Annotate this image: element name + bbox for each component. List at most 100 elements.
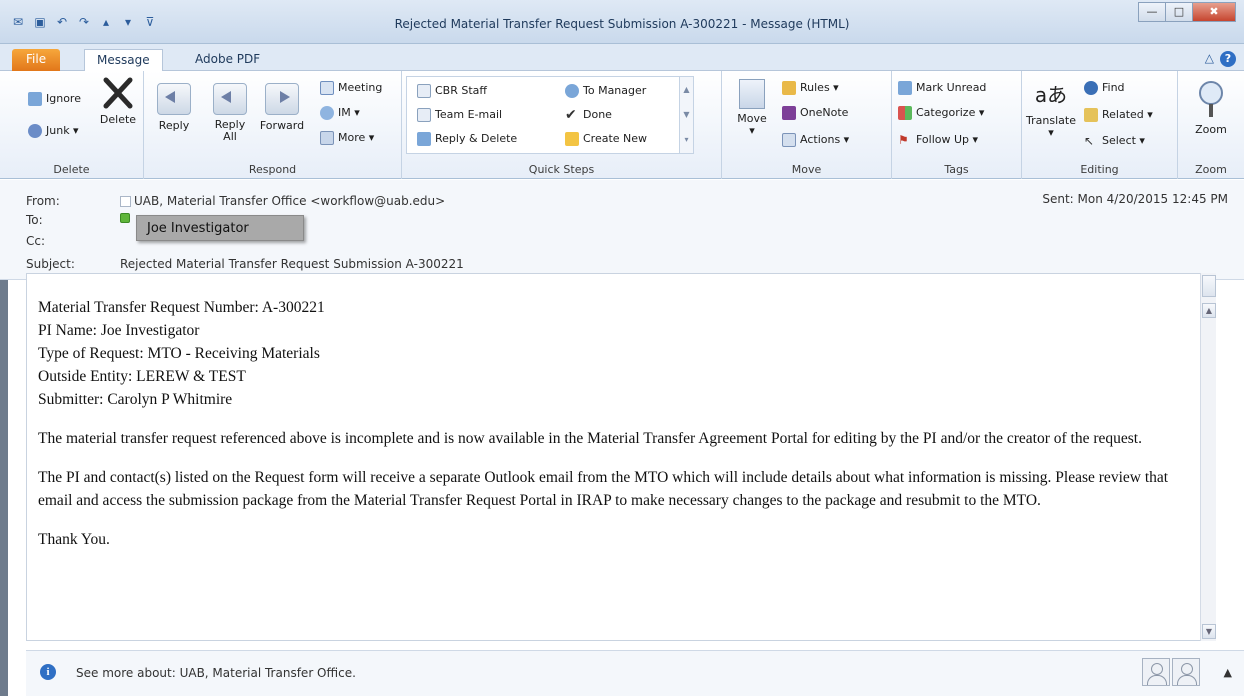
qs-more-icon[interactable]: ▾ — [680, 127, 693, 152]
actions-label: Actions ▾ — [800, 133, 850, 146]
reply-label: Reply — [158, 119, 190, 132]
help-icon[interactable]: ? — [1220, 51, 1236, 67]
junk-button[interactable]: Junk ▾ — [28, 124, 79, 138]
delete-button[interactable]: Delete — [98, 77, 138, 126]
junk-icon — [28, 124, 42, 138]
qs-reply-delete[interactable]: Reply & Delete — [417, 132, 517, 146]
scroll-up-button[interactable]: ▲ — [1202, 303, 1216, 318]
related-button[interactable]: Related ▾ — [1084, 108, 1153, 122]
presence-icon — [120, 213, 130, 223]
quick-steps-scrollbar[interactable]: ▲ ▼ ▾ — [679, 77, 693, 153]
reply-all-label-line2: All — [223, 130, 237, 143]
group-label-editing: Editing — [1080, 163, 1119, 176]
team-email-label: Team E-mail — [435, 108, 503, 121]
reply-all-button[interactable]: Reply All — [208, 83, 252, 143]
ignore-button[interactable]: Ignore — [28, 92, 81, 106]
mark-unread-button[interactable]: Mark Unread — [898, 81, 986, 95]
group-label-zoom: Zoom — [1195, 163, 1227, 176]
recipient-tooltip: Joe Investigator — [136, 215, 304, 241]
ribbon-tabs: File Message Adobe PDF △ ? — [0, 44, 1244, 71]
ignore-label: Ignore — [46, 92, 81, 105]
tab-message[interactable]: Message — [84, 49, 163, 71]
group-delete: Ignore Junk ▾ Delete Delete — [0, 71, 144, 179]
info-icon: i — [40, 664, 56, 680]
mark-unread-icon — [898, 81, 912, 95]
onenote-icon — [782, 106, 796, 120]
forward-button[interactable]: Forward — [258, 83, 306, 132]
delete-x-icon — [103, 77, 133, 109]
subject-value: Rejected Material Transfer Request Submi… — [120, 257, 464, 271]
tab-file[interactable]: File — [12, 49, 61, 71]
follow-up-label: Follow Up ▾ — [916, 133, 979, 146]
follow-up-button[interactable]: ⚑ Follow Up ▾ — [898, 133, 978, 147]
cbr-staff-label: CBR Staff — [435, 84, 487, 97]
reply-button[interactable]: Reply — [154, 83, 194, 132]
scrollbar-thumb[interactable] — [1202, 275, 1216, 297]
qs-scroll-up-icon[interactable]: ▲ — [680, 77, 693, 102]
expand-people-pane-icon[interactable]: ▲ — [1224, 666, 1232, 679]
im-button[interactable]: IM ▾ — [320, 106, 360, 120]
avatar[interactable] — [1142, 658, 1170, 686]
minimize-button[interactable]: — — [1138, 2, 1166, 22]
qs-to-manager[interactable]: To Manager — [565, 84, 646, 98]
move-icon — [739, 79, 765, 109]
meeting-button[interactable]: Meeting — [320, 81, 382, 95]
from-value[interactable]: UAB, Material Transfer Office <workflow@… — [120, 194, 445, 208]
magnifier-icon — [1199, 81, 1223, 117]
forward-icon — [265, 83, 299, 115]
move-button[interactable]: Move ▾ — [732, 79, 772, 137]
im-label: IM ▾ — [338, 106, 360, 119]
scroll-down-button[interactable]: ▼ — [1202, 624, 1216, 639]
find-button[interactable]: Find — [1084, 81, 1125, 95]
from-address: UAB, Material Transfer Office <workflow@… — [134, 194, 446, 208]
contact-status-icon — [120, 196, 131, 207]
reply-all-icon — [213, 83, 247, 115]
zoom-button[interactable]: Zoom — [1188, 79, 1234, 136]
people-pane-text[interactable]: See more about: UAB, Material Transfer O… — [76, 666, 356, 680]
tab-adobe-pdf[interactable]: Adobe PDF — [183, 49, 272, 71]
more-button[interactable]: More ▾ — [320, 131, 374, 145]
actions-icon — [782, 133, 796, 147]
close-button[interactable]: ✖ — [1192, 2, 1236, 22]
group-quick-steps: CBR Staff Team E-mail Reply & Delete To … — [402, 71, 722, 179]
find-label: Find — [1102, 81, 1125, 94]
qs-cbr-staff[interactable]: CBR Staff — [417, 84, 487, 98]
body-thanks: Thank You. — [38, 531, 110, 548]
cursor-icon: ↖ — [1084, 134, 1095, 148]
collapse-ribbon-icon[interactable]: △ — [1205, 51, 1214, 67]
avatar[interactable] — [1172, 658, 1200, 686]
group-zoom: Zoom Zoom — [1178, 71, 1244, 179]
group-move: Move ▾ Rules ▾ OneNote Actions ▾ Move — [722, 71, 892, 179]
forward-label: Forward — [259, 119, 305, 132]
group-label-quick-steps: Quick Steps — [528, 163, 595, 176]
reply-delete-label: Reply & Delete — [435, 132, 518, 145]
flag-icon: ⚑ — [898, 133, 909, 147]
translate-button[interactable]: aあ Translate ▾ — [1024, 79, 1078, 139]
maximize-button[interactable]: □ — [1165, 2, 1193, 22]
qs-team-email[interactable]: Team E-mail — [417, 108, 502, 122]
to-value[interactable] — [120, 212, 130, 226]
group-label-delete: Delete — [53, 163, 90, 176]
to-label: To: — [26, 213, 43, 227]
qs-done[interactable]: ✔ Done — [565, 108, 612, 122]
actions-button[interactable]: Actions ▾ — [782, 133, 849, 147]
onenote-label: OneNote — [800, 106, 849, 119]
body-line-submitter: Submitter: Carolyn P Whitmire — [38, 391, 233, 408]
qs-scroll-down-icon[interactable]: ▼ — [680, 102, 693, 127]
onenote-button[interactable]: OneNote — [782, 106, 848, 120]
select-label: Select ▾ — [1102, 134, 1145, 147]
from-label: From: — [26, 194, 60, 208]
select-button[interactable]: ↖ Select ▾ — [1084, 134, 1145, 148]
ribbon: Ignore Junk ▾ Delete Delete Reply Reply … — [0, 71, 1244, 179]
categorize-button[interactable]: Categorize ▾ — [898, 106, 984, 120]
ribbon-controls: △ ? — [1205, 51, 1236, 67]
related-icon — [1084, 108, 1098, 122]
body-paragraph-instructions: The PI and contact(s) listed on the Requ… — [38, 469, 1169, 509]
mark-unread-label: Mark Unread — [916, 81, 987, 94]
body-scrollbar[interactable]: ▲ ▼ — [1200, 273, 1216, 641]
qs-create-new[interactable]: Create New — [565, 132, 647, 146]
delete-label: Delete — [99, 113, 137, 126]
body-line-outside-entity: Outside Entity: LEREW & TEST — [38, 368, 246, 385]
rules-icon — [782, 81, 796, 95]
rules-button[interactable]: Rules ▾ — [782, 81, 839, 95]
